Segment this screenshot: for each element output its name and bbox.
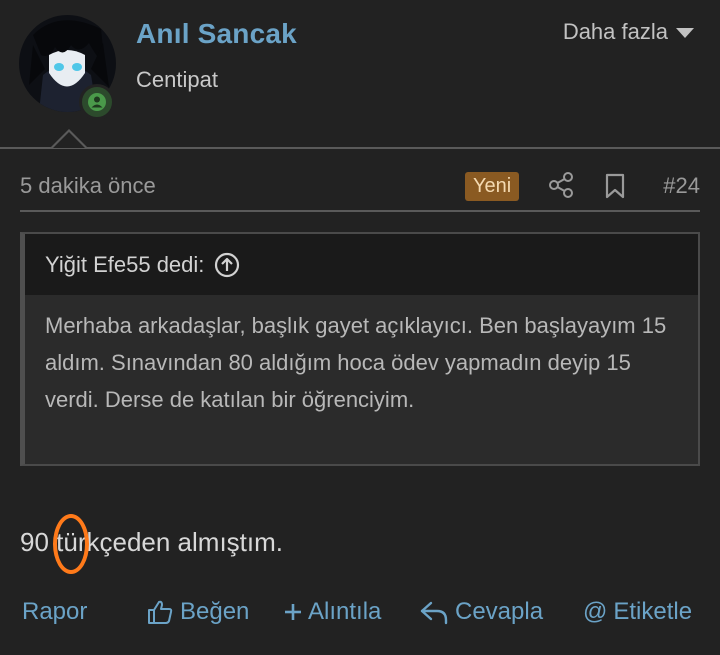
more-menu-button[interactable]: Daha fazla (563, 19, 694, 45)
plus-icon (285, 604, 301, 620)
thumbs-up-icon (148, 600, 173, 624)
quote-label: Alıntıla (308, 598, 382, 625)
post-actions: Rapor Beğen Alıntıla Cevapla @ Etiketle (0, 594, 720, 634)
bookmark-icon[interactable] (603, 172, 627, 200)
report-label: Rapor (22, 598, 88, 625)
online-user-icon (79, 84, 115, 120)
at-icon: @ (583, 598, 608, 625)
share-icon[interactable] (547, 171, 575, 199)
more-menu-label: Daha fazla (562, 19, 668, 44)
forum-post: Anıl Sancak Centipat Daha fazla 5 dakika… (0, 0, 720, 655)
quote-header[interactable]: Yiğit Efe55 dedi: (25, 234, 698, 295)
chevron-down-icon (676, 28, 694, 38)
new-badge: Yeni (465, 172, 520, 201)
annotation-circle (53, 514, 89, 574)
header-divider (0, 147, 720, 149)
quote-block: Yiğit Efe55 dedi: Merhaba arkadaşlar, ba… (20, 232, 700, 466)
quote-author[interactable]: Yiğit Efe55 dedi: (45, 252, 204, 278)
quote-button[interactable]: Alıntıla (284, 594, 381, 630)
reply-label: Cevapla (455, 598, 544, 625)
like-label: Beğen (180, 598, 250, 625)
author-title: Centipat (136, 67, 218, 92)
meta-divider (20, 210, 700, 212)
arrow-up-circle-icon[interactable] (214, 252, 240, 278)
post-number[interactable]: #24 (663, 173, 700, 199)
header-pointer-fill (53, 132, 85, 148)
mention-label: Etiketle (613, 598, 693, 625)
reply-button[interactable]: Cevapla (419, 594, 543, 630)
like-button[interactable]: Beğen (146, 594, 249, 630)
report-button[interactable]: Rapor (22, 594, 87, 630)
mention-button[interactable]: @ Etiketle (583, 594, 692, 630)
author-name[interactable]: Anıl Sancak (136, 18, 297, 50)
quote-text: Merhaba arkadaşlar, başlık gayet açıklay… (45, 313, 667, 412)
reply-arrow-icon (420, 601, 448, 625)
post-timestamp[interactable]: 5 dakika önce (20, 173, 156, 199)
